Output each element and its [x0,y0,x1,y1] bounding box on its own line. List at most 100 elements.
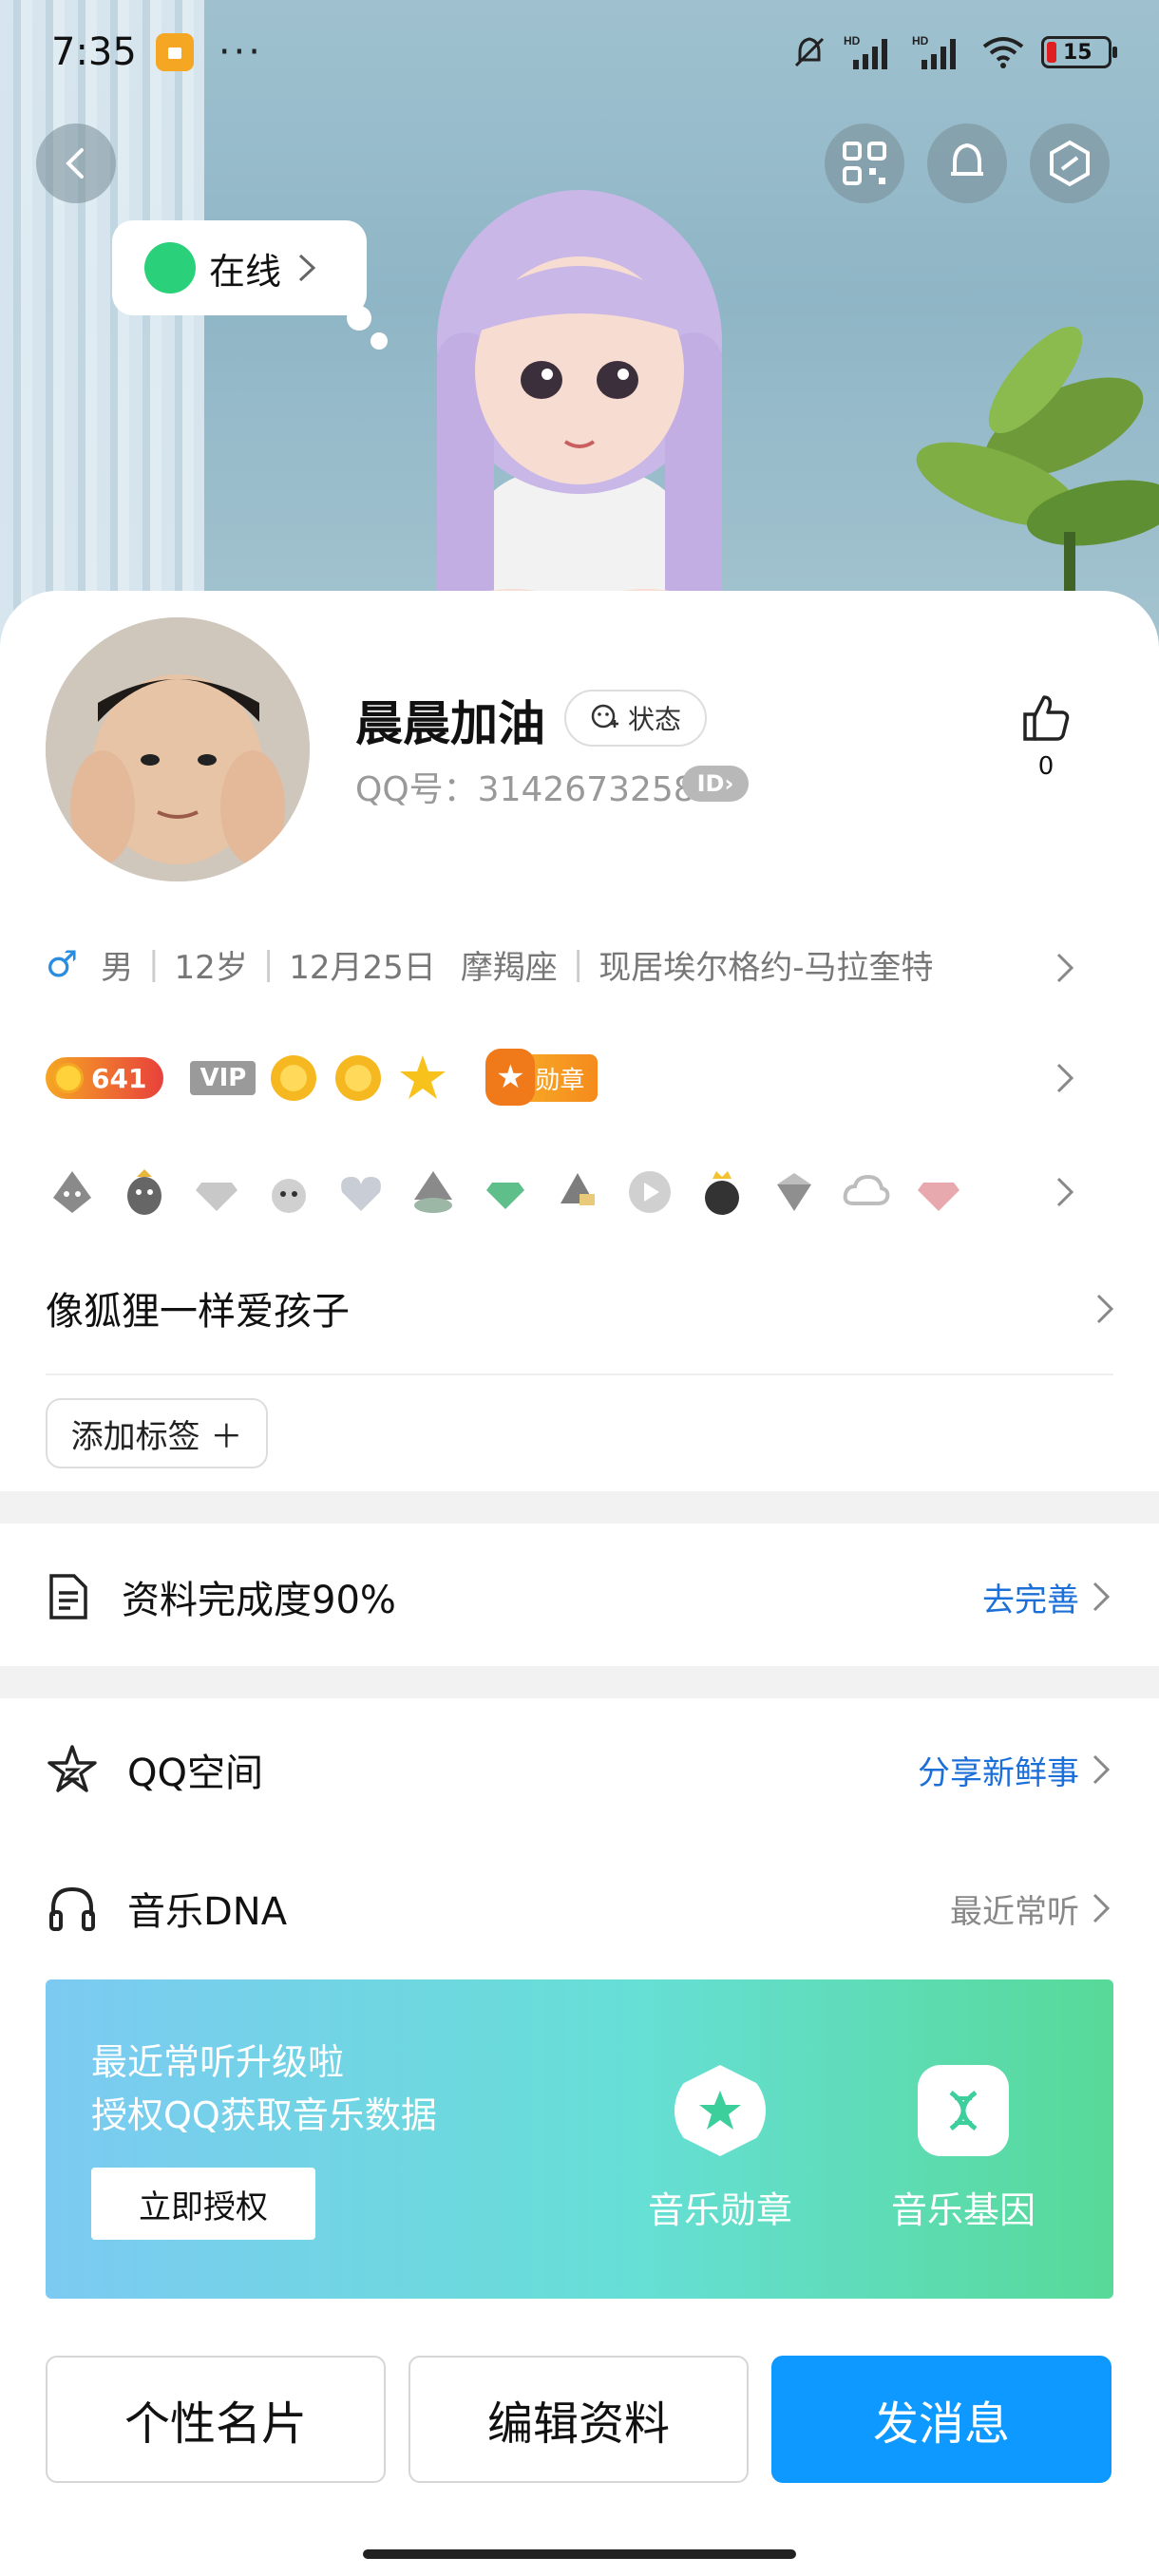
bubble-tail [347,306,371,331]
chevron-right-icon: › [724,770,734,797]
like-button[interactable]: 0 [1013,691,1079,781]
music-medal-label: 音乐勋章 [647,2189,792,2231]
zodiac: 摩羯座 [460,948,558,987]
music-medal-icon [674,2065,766,2156]
chevron-right-icon [1056,953,1074,983]
music-gene-feature[interactable]: 音乐基因 [878,2065,1049,2233]
level-badge: 641 [46,1057,164,1099]
profile-avatar[interactable] [46,617,310,881]
complete-profile-link[interactable]: 去完善 [982,1574,1079,1620]
id-chip-button[interactable]: ID › [682,766,749,802]
play-achievement-icon [629,1171,671,1213]
sun-level-icon [335,1055,382,1101]
medal-badge: 勋章 [485,1049,598,1106]
clock: 7:35 [51,30,137,74]
online-status-label: 在线 [209,250,282,293]
sun-level-icon [271,1055,317,1101]
cloud-achievement-icon [843,1174,890,1205]
send-message-button[interactable]: 发消息 [771,2356,1112,2483]
status-chip-label: 状态 [627,704,681,735]
edit-profile-button[interactable]: 编辑资料 [408,2356,749,2483]
plant-decoration [916,326,1159,617]
gender: 男 [101,948,134,987]
star-outline-icon [48,1745,97,1792]
back-arrow-icon [66,148,84,179]
penguin-achievement-icon [127,1169,162,1215]
like-count: 0 [1037,752,1054,781]
notification-app-icon [155,33,194,71]
chevron-right-icon [1056,1177,1074,1207]
signal-icon-2: HD [912,34,956,69]
qr-code-button[interactable] [825,123,904,203]
pink-diamond-achievement-icon [918,1183,960,1211]
diamond-achievement-icon [196,1183,238,1211]
section-divider [0,1666,1159,1698]
add-status-icon [591,704,618,729]
medal-label: 勋章 [535,1066,585,1095]
profile-card-button[interactable]: 个性名片 [46,2356,386,2483]
basic-info-row[interactable]: ♂ 男 | 12岁 | 12月25日 摩羯座 | 现居埃尔格约-马拉奎特 [46,936,1119,993]
headphones-icon [49,1886,95,1931]
profile-completion-row[interactable]: 资料完成度90% 去完善 [0,1544,1159,1649]
bomb-achievement-icon [272,1179,306,1213]
svg-text:HD: HD [912,34,929,47]
king-penguin-achievement-icon [705,1171,739,1215]
wifi-icon [982,37,1024,68]
music-gene-label: 音乐基因 [890,2189,1036,2231]
chevron-right-icon [298,254,316,282]
thumbs-up-icon [1023,695,1070,741]
heart-achievement-icon [341,1177,381,1211]
chevron-right-icon [1056,1063,1074,1093]
profile-completion-label: 资料完成度90% [122,1579,396,1622]
section-divider [0,1491,1159,1524]
bell-icon [951,142,983,176]
music-dna-row[interactable]: 音乐DNA 最近常听 [0,1856,1159,1960]
more-notifications-icon: ··· [218,30,263,74]
back-button[interactable] [36,123,116,203]
music-auth-banner: 最近常听升级啦 授权QQ获取音乐数据 立即授权 音乐勋章 音乐基因 [46,1979,1113,2299]
recent-listening-link[interactable]: 最近常听 [950,1885,1079,1932]
star-level-icon [400,1055,446,1099]
set-status-button[interactable]: 状态 [564,690,707,747]
qr-code-icon [843,142,886,185]
qzone-row[interactable]: QQ空间 分享新鲜事 [0,1717,1159,1822]
notifications-button[interactable] [927,123,1007,203]
add-tag-button[interactable]: 添加标签 ＋ [46,1398,268,1468]
signal-icon-1: HD [844,34,887,69]
battery-level: 15 [1063,40,1092,65]
share-news-link[interactable]: 分享新鲜事 [918,1747,1079,1793]
qq-number[interactable]: QQ号：3142673258 [355,762,695,811]
achievement-icons-row[interactable] [46,1159,1119,1225]
online-dot-icon [144,242,196,294]
svg-text:HD: HD [844,34,861,47]
penguin-achievement-icon [560,1173,595,1205]
signature-text[interactable]: 像狐狸一样爱孩子 [46,1280,350,1335]
coin-icon [53,1063,84,1093]
bubble-tail [370,332,388,350]
profile-name: 晨晨加油 [355,696,545,751]
vip-badge: VIP [190,1061,256,1095]
music-banner-title: 最近常听升级啦 [91,2041,345,2083]
document-icon [49,1574,87,1619]
age: 12岁 [174,948,248,987]
chevron-right-icon [1096,1294,1114,1324]
level-value: 641 [91,1062,147,1094]
home-indicator[interactable] [363,2549,796,2559]
music-medal-feature[interactable]: 音乐勋章 [635,2065,806,2233]
id-chip-label: ID [696,770,725,797]
gem-achievement-icon [486,1183,524,1209]
mute-bell-icon [794,37,825,67]
online-status-bubble[interactable]: 在线 [112,220,367,315]
qzone-label: QQ空间 [127,1752,263,1795]
birthday: 12月25日 [289,948,436,987]
system-status-bar: 7:35 ··· HD HD 15 [0,0,1159,104]
gender-male-icon: ♂ [46,943,79,985]
chevron-right-icon [1092,1582,1111,1612]
settings-button[interactable] [1030,123,1110,203]
level-badges-row[interactable]: 641 VIP 勋章 [46,1045,1119,1111]
authorize-button[interactable]: 立即授权 [91,2168,315,2240]
penguin-achievement-icon [414,1171,452,1213]
crystal-achievement-icon [777,1173,811,1211]
avatar-photo [46,617,310,881]
profile-cover[interactable]: 7:35 ··· HD HD 15 在线 [0,0,1159,665]
